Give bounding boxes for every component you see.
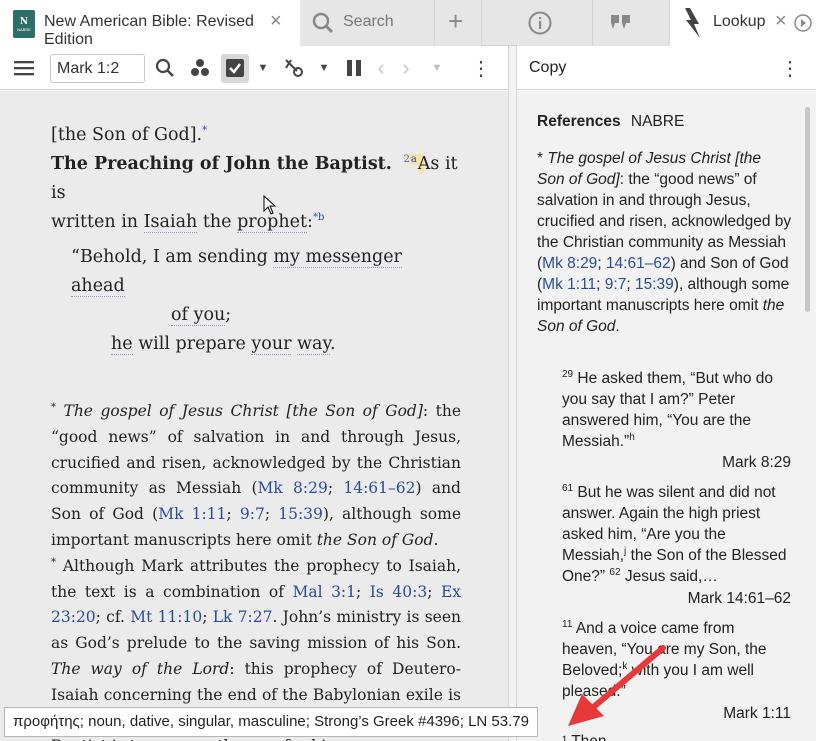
parallel-columns-icon[interactable] bbox=[343, 57, 365, 79]
pane-splitter[interactable] bbox=[508, 46, 517, 741]
chevron-down-icon[interactable]: ▼ bbox=[313, 57, 335, 79]
passage-link[interactable]: Mark 14:61–62 bbox=[688, 588, 791, 609]
passage-preview-partial: ¹ Then ... bbox=[562, 731, 624, 741]
tab-info[interactable] bbox=[517, 0, 593, 46]
info-icon bbox=[528, 11, 552, 35]
quote-line: he will prepare your way. bbox=[111, 334, 336, 355]
more-vertical-icon[interactable]: ⋮ bbox=[779, 57, 801, 80]
visual-filters-icon[interactable] bbox=[189, 57, 211, 79]
back-arrow-icon[interactable]: ‹ bbox=[370, 55, 392, 80]
scripture-link[interactable]: 9:7 bbox=[240, 505, 265, 523]
word-isaiah[interactable]: Isaiah bbox=[143, 212, 198, 233]
menu-icon[interactable] bbox=[13, 57, 35, 79]
scripture-link[interactable]: Mk 8:29 bbox=[542, 255, 597, 272]
highlight-toggle-button[interactable] bbox=[221, 54, 249, 83]
scripture-link[interactable]: 15:39 bbox=[635, 276, 674, 293]
tab-lookup[interactable]: Lookup × bbox=[670, 0, 816, 46]
search-icon[interactable] bbox=[154, 57, 176, 79]
footnote-marker[interactable]: * bbox=[202, 125, 207, 136]
scripture-link[interactable]: 14:61–62 bbox=[343, 479, 415, 497]
chevron-down-icon[interactable]: ▼ bbox=[252, 57, 274, 79]
pericope-line: The Preaching of John the Baptist. 2aAs … bbox=[51, 154, 458, 203]
passage-link[interactable]: Mark 8:29 bbox=[722, 452, 791, 473]
scripture-link[interactable]: 15:39 bbox=[278, 505, 323, 523]
scripture-link[interactable]: Mal 3:1 bbox=[292, 583, 356, 601]
pericope-heading: The Preaching of John the Baptist. bbox=[51, 154, 392, 174]
word-of-you[interactable]: of you bbox=[171, 305, 226, 326]
search-icon bbox=[312, 12, 334, 34]
tab-search[interactable]: Search bbox=[300, 0, 435, 46]
tab-bible[interactable]: N NABRE New American Bible: Revised Edit… bbox=[0, 0, 300, 48]
lightning-icon bbox=[685, 8, 700, 38]
mouse-cursor-icon bbox=[263, 195, 277, 215]
verse-line: [the Son of God].* bbox=[51, 125, 208, 145]
lookup-note: * The gospel of Jesus Christ [the Son of… bbox=[537, 150, 792, 335]
scripture-link[interactable]: Lk 7:27 bbox=[213, 608, 273, 626]
copy-button[interactable]: Copy bbox=[529, 59, 566, 77]
footnote-marker[interactable]: *b bbox=[313, 212, 324, 223]
close-icon[interactable]: × bbox=[775, 10, 787, 33]
tab-notes[interactable] bbox=[593, 0, 670, 46]
new-tab-button[interactable]: + bbox=[435, 0, 482, 46]
quote-line: “Behold, I am sending my messenger ahead bbox=[71, 247, 402, 297]
plus-icon: + bbox=[448, 6, 464, 36]
word-ahead[interactable]: ahead bbox=[71, 276, 125, 297]
scripture-link[interactable]: Mt 11:10 bbox=[130, 608, 202, 626]
footnote-1: * The gospel of Jesus Christ [the Son of… bbox=[51, 401, 462, 549]
chevron-down-icon[interactable]: ▼ bbox=[426, 57, 448, 79]
scripture-link[interactable]: Mk 8:29 bbox=[258, 479, 328, 497]
word-info-tooltip: προφήτης; noun, dative, singular, mascul… bbox=[4, 707, 538, 737]
word-my-messenger[interactable]: my messenger bbox=[273, 247, 402, 268]
word-your[interactable]: your bbox=[251, 334, 292, 355]
interlinear-icon[interactable] bbox=[283, 57, 305, 79]
scripture-link[interactable]: 9:7 bbox=[605, 276, 627, 293]
quote-icon bbox=[611, 15, 630, 29]
tab-bible-title: New American Bible: Revised Edition bbox=[44, 13, 254, 48]
more-vertical-icon[interactable]: ⋮ bbox=[470, 57, 492, 80]
passage-link[interactable]: Mark 1:11 bbox=[723, 703, 791, 724]
checkbox-icon bbox=[226, 59, 244, 77]
quote-line: of you; bbox=[171, 305, 232, 326]
passage-preview: 61 But he was silent and did not answer.… bbox=[562, 482, 787, 585]
cross-reference-marker[interactable]: a bbox=[409, 154, 418, 166]
book-icon: N NABRE bbox=[13, 10, 35, 38]
play-circle-icon[interactable] bbox=[794, 14, 812, 32]
verse-number[interactable]: 2 bbox=[403, 154, 409, 165]
bible-text-pane: [the Son of God].* The Preaching of John… bbox=[0, 91, 508, 741]
verse-line: written in Isaiah the prophet:*b bbox=[51, 212, 325, 233]
word-prophet[interactable]: prophet bbox=[237, 212, 308, 233]
scripture-link[interactable]: 14:61–62 bbox=[606, 255, 671, 272]
passage-preview: 29 He asked them, “But who do you say th… bbox=[562, 368, 774, 450]
references-header: References NABRE bbox=[537, 113, 685, 130]
word-way[interactable]: way bbox=[297, 334, 331, 355]
close-icon[interactable]: × bbox=[270, 10, 282, 33]
reference-input[interactable] bbox=[50, 54, 145, 83]
scripture-link[interactable]: Is 40:3 bbox=[370, 583, 427, 601]
bible-text: [the Son of God].* The Preaching of John… bbox=[51, 121, 461, 741]
forward-arrow-icon[interactable]: › bbox=[395, 55, 417, 80]
scripture-link[interactable]: Mk 1:11 bbox=[542, 276, 596, 293]
scrollbar-thumb[interactable] bbox=[805, 107, 810, 312]
scripture-link[interactable]: Mk 1:11 bbox=[158, 505, 226, 523]
word-he[interactable]: he bbox=[111, 334, 133, 355]
annotation-arrow bbox=[568, 645, 666, 726]
